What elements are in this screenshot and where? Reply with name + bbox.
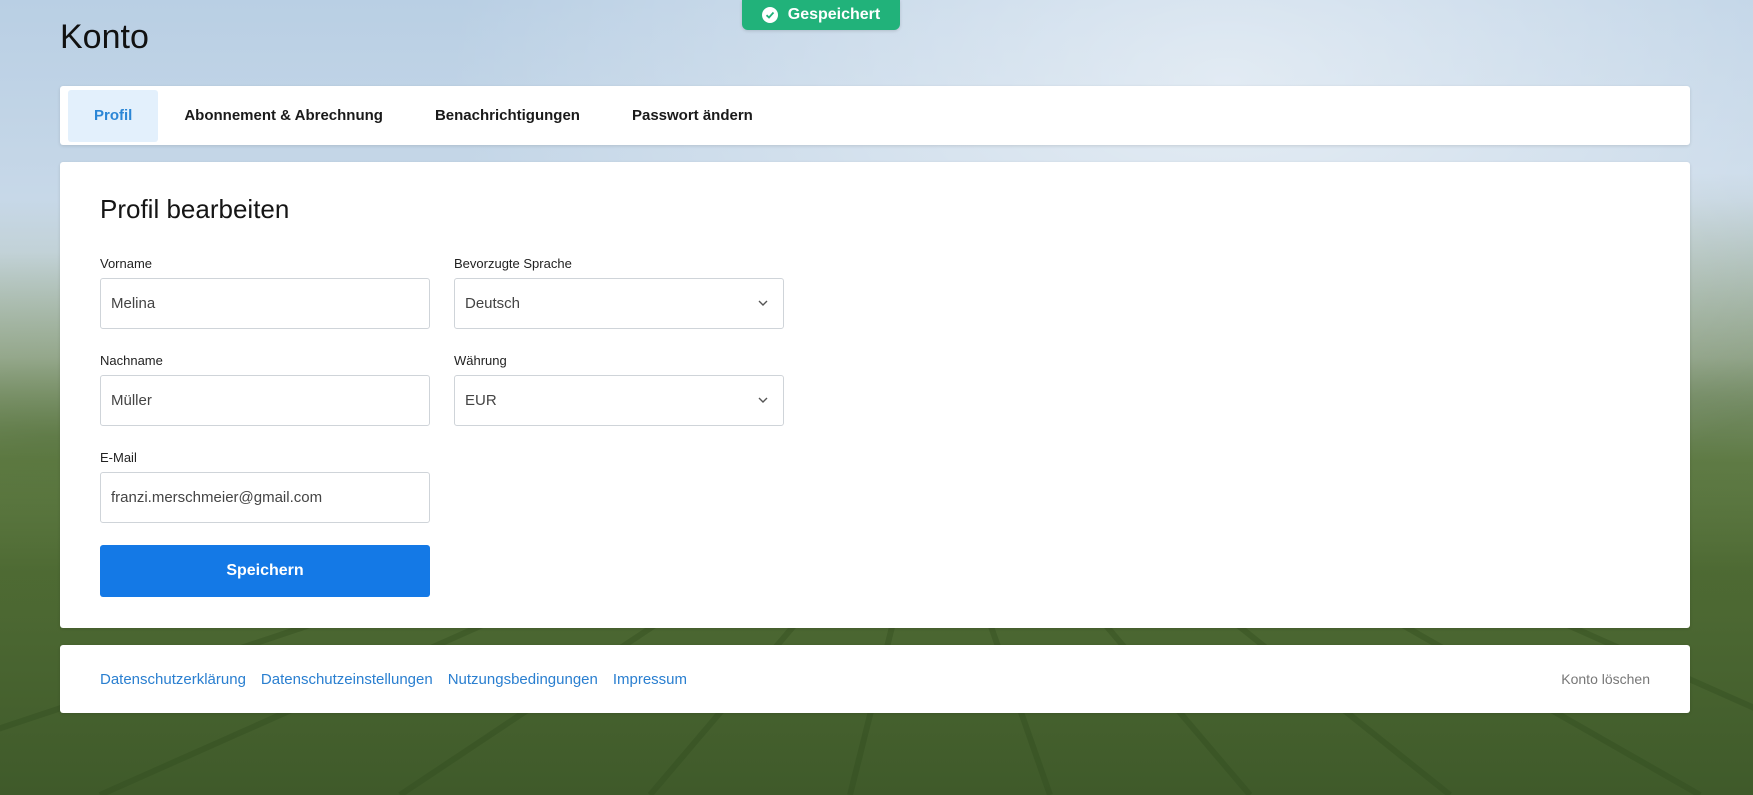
currency-group: Währung EUR bbox=[454, 353, 784, 426]
check-circle-icon bbox=[761, 7, 778, 23]
terms-link[interactable]: Nutzungsbedingungen bbox=[448, 671, 598, 688]
firstname-label: Vorname bbox=[100, 256, 153, 271]
account-tabs: Profil Abonnement & Abrechnung Benachric… bbox=[60, 86, 1690, 145]
lastname-group: Nachname Müller bbox=[100, 353, 430, 426]
tab-benachrichtigungen[interactable]: Benachrichtigungen bbox=[409, 90, 606, 142]
profile-card: Profil bearbeiten Vorname Melina Bevorzu… bbox=[60, 162, 1690, 628]
language-label: Bevorzugte Sprache bbox=[454, 256, 572, 271]
privacy-policy-link[interactable]: Datenschutzerklärung bbox=[100, 671, 246, 688]
imprint-link[interactable]: Impressum bbox=[613, 671, 687, 688]
privacy-settings-link[interactable]: Datenschutzeinstellungen bbox=[261, 671, 433, 688]
chevron-down-icon bbox=[758, 397, 768, 403]
section-heading: Profil bearbeiten bbox=[100, 194, 290, 224]
email-field[interactable]: franzi.merschmeier@gmail.com bbox=[100, 472, 430, 523]
currency-value: EUR bbox=[465, 392, 497, 409]
language-group: Bevorzugte Sprache Deutsch bbox=[454, 256, 784, 329]
chevron-down-icon bbox=[758, 300, 768, 306]
lastname-field[interactable]: Müller bbox=[100, 375, 430, 426]
save-button[interactable]: Speichern bbox=[100, 545, 430, 597]
currency-select[interactable]: EUR bbox=[454, 375, 784, 426]
delete-account-link[interactable]: Konto löschen bbox=[1561, 671, 1650, 687]
footer: Datenschutzerklärung Datenschutzeinstell… bbox=[60, 645, 1690, 713]
saved-toast: Gespeichert bbox=[742, 0, 900, 30]
currency-label: Währung bbox=[454, 353, 507, 368]
page-title: Konto bbox=[60, 18, 149, 56]
tab-passwort-aendern[interactable]: Passwort ändern bbox=[606, 90, 779, 142]
email-label: E-Mail bbox=[100, 450, 137, 465]
lastname-label: Nachname bbox=[100, 353, 163, 368]
firstname-group: Vorname Melina bbox=[100, 256, 430, 329]
tab-profil[interactable]: Profil bbox=[68, 89, 159, 142]
firstname-field[interactable]: Melina bbox=[100, 278, 430, 329]
language-select[interactable]: Deutsch bbox=[454, 278, 784, 329]
tab-abonnement-abrechnung[interactable]: Abonnement & Abrechnung bbox=[158, 90, 409, 142]
toast-text: Gespeichert bbox=[787, 6, 881, 23]
language-value: Deutsch bbox=[465, 295, 521, 312]
email-group: E-Mail franzi.merschmeier@gmail.com bbox=[100, 450, 430, 523]
